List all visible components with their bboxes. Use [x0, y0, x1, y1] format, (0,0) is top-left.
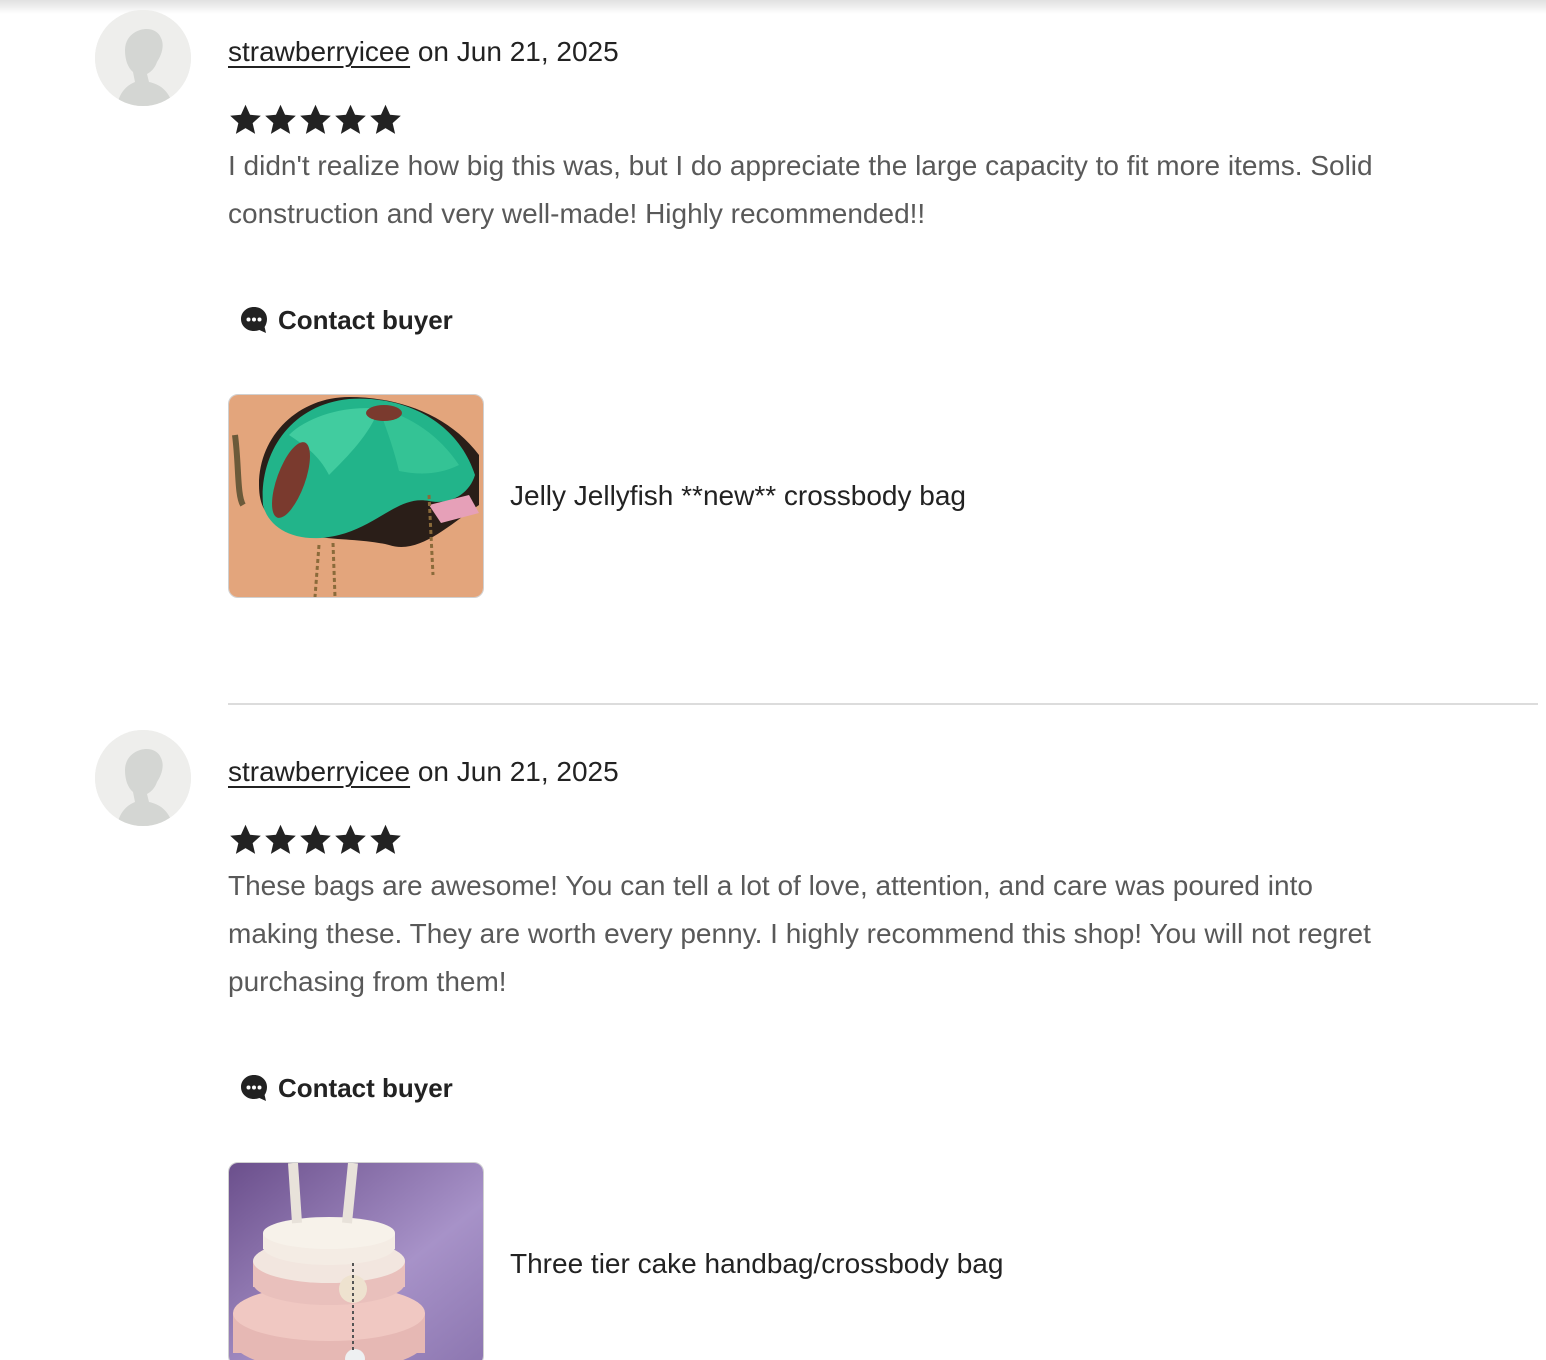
cake-bag-image — [229, 1163, 483, 1360]
star-icon — [370, 824, 401, 854]
avatar-silhouette-icon — [95, 730, 191, 826]
star-icon — [335, 104, 366, 134]
star-icon — [335, 824, 366, 854]
contact-buyer-button[interactable]: Contact buyer — [238, 300, 453, 340]
star-icon — [230, 824, 261, 854]
listing-title[interactable]: Three tier cake handbag/crossbody bag — [510, 1248, 1003, 1280]
review-date: on Jun 21, 2025 — [417, 756, 619, 787]
star-icon — [265, 824, 296, 854]
star-rating — [228, 100, 403, 144]
star-icon — [300, 104, 331, 134]
avatar-silhouette-icon — [95, 10, 191, 106]
review-date: on Jun 21, 2025 — [417, 36, 619, 67]
jellyfish-bag-image — [229, 395, 483, 597]
review-byline: strawberryicee on Jun 21, 2025 — [228, 754, 619, 790]
star-icon — [265, 104, 296, 134]
review-text: I didn't realize how big this was, but I… — [228, 150, 1373, 229]
star-icon — [300, 824, 331, 854]
listing-title[interactable]: Jelly Jellyfish **new** crossbody bag — [510, 480, 966, 512]
chat-bubble-icon — [241, 307, 267, 333]
review-byline: strawberryicee on Jun 21, 2025 — [228, 34, 619, 70]
reviewer-username-link[interactable]: strawberryicee — [228, 36, 410, 67]
purchased-listing[interactable]: Jelly Jellyfish **new** crossbody bag — [228, 394, 966, 598]
listing-thumbnail[interactable] — [228, 394, 484, 598]
listing-thumbnail[interactable] — [228, 1162, 484, 1360]
top-shadow — [0, 0, 1546, 14]
chat-bubble-icon — [241, 1075, 267, 1101]
review-divider — [228, 703, 1538, 705]
reviewer-username-link[interactable]: strawberryicee — [228, 756, 410, 787]
contact-buyer-label: Contact buyer — [278, 1072, 453, 1103]
review-text: These bags are awesome! You can tell a l… — [228, 870, 1371, 997]
star-icon — [230, 104, 261, 134]
avatar[interactable] — [95, 10, 191, 106]
contact-buyer-button[interactable]: Contact buyer — [238, 1068, 453, 1108]
avatar[interactable] — [95, 730, 191, 826]
contact-buyer-label: Contact buyer — [278, 304, 453, 335]
purchased-listing[interactable]: Three tier cake handbag/crossbody bag — [228, 1162, 1003, 1360]
star-icon — [370, 104, 401, 134]
star-rating — [228, 820, 403, 864]
